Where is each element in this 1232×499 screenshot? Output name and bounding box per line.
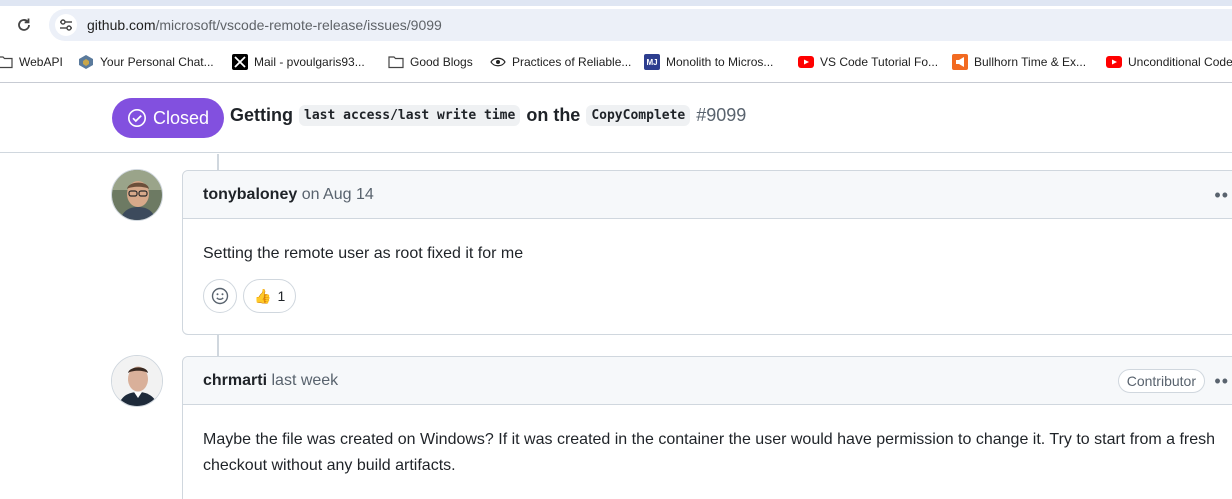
issue-header: Closed Getting last access/last write ti…	[0, 83, 1232, 153]
youtube-icon	[1106, 54, 1122, 70]
reload-button[interactable]	[12, 13, 36, 37]
bookmark-unconditional-code[interactable]: Unconditional Code	[1106, 52, 1232, 72]
youtube-icon	[798, 54, 814, 70]
thumbs-up-icon: 👍	[254, 287, 272, 304]
url-path: /microsoft/vscode-remote-release/issues/…	[155, 17, 442, 33]
issue-number: #9099	[696, 105, 747, 125]
comment-body: Maybe the file was created on Windows? I…	[203, 431, 1216, 474]
bookmark-label: Practices of Reliable...	[512, 55, 632, 69]
bookmark-vscode-tutorial[interactable]: VS Code Tutorial Fo...	[798, 52, 938, 72]
site-info-button[interactable]	[55, 14, 77, 36]
avatar[interactable]	[111, 169, 163, 221]
bookmark-label: Good Blogs	[410, 55, 473, 69]
bookmark-label: Monolith to Micros...	[666, 55, 774, 69]
comment-author-line: tonybaloney on Aug 14	[203, 186, 374, 204]
chat-icon	[78, 54, 94, 70]
reload-icon	[18, 18, 30, 31]
timeline-connector	[217, 335, 219, 357]
bookmark-mail[interactable]: Mail - pvoulgaris93...	[232, 52, 365, 72]
issue-title: Getting last access/last write time on t…	[230, 105, 746, 126]
reactions-bar: 👍 1	[183, 279, 1232, 313]
add-reaction-button[interactable]	[203, 279, 237, 313]
bookmark-label: WebAPI	[19, 55, 63, 69]
bookmark-personal-chat[interactable]: Your Personal Chat...	[78, 52, 214, 72]
eye-icon	[490, 54, 506, 70]
avatar[interactable]	[111, 355, 163, 407]
title-text: on the	[526, 105, 581, 125]
avatar-photo	[112, 356, 162, 406]
comment: tonybaloney on Aug 14 •• Setting the rem…	[182, 170, 1232, 335]
url-host: github.com	[87, 17, 156, 33]
comment-options-button[interactable]: ••	[1214, 371, 1229, 392]
folder-icon	[0, 54, 13, 70]
title-code: CopyComplete	[586, 105, 691, 126]
timeline-connector	[217, 154, 219, 170]
comment-header: chrmarti last week Contributor ••	[183, 357, 1232, 405]
title-text: Getting	[230, 105, 293, 125]
reaction-count: 1	[277, 288, 286, 304]
bookmark-label: Bullhorn Time & Ex...	[974, 55, 1087, 69]
thumbs-up-reaction[interactable]: 👍 1	[243, 279, 297, 313]
comment-author-line: chrmarti last week	[203, 372, 338, 390]
comment-timestamp[interactable]: on Aug 14	[302, 186, 374, 203]
bookmark-webapi[interactable]: WebAPI	[0, 52, 63, 72]
bookmark-bullhorn[interactable]: Bullhorn Time & Ex...	[952, 52, 1086, 72]
contributor-badge: Contributor	[1117, 369, 1205, 393]
comment-header: tonybaloney on Aug 14 ••	[183, 171, 1232, 219]
kebab-icon: ••	[1214, 185, 1229, 205]
comment: chrmarti last week Contributor •• Maybe …	[182, 356, 1232, 499]
x-icon	[232, 54, 248, 70]
tune-icon	[60, 19, 72, 31]
bookmark-practices[interactable]: Practices of Reliable...	[490, 52, 631, 72]
check-circle-icon	[128, 109, 146, 127]
tab-strip-edge	[0, 0, 1232, 6]
bookmark-label: Your Personal Chat...	[100, 55, 214, 69]
avatar-photo	[112, 170, 162, 220]
title-code: last access/last write time	[299, 105, 521, 126]
comment-options-button[interactable]: ••	[1214, 185, 1229, 206]
bookmark-label: VS Code Tutorial Fo...	[820, 55, 939, 69]
comment-author[interactable]: tonybaloney	[203, 186, 297, 203]
bookmark-label: Mail - pvoulgaris93...	[254, 55, 365, 69]
folder-icon	[388, 54, 404, 70]
url-text[interactable]: github.com/microsoft/vscode-remote-relea…	[87, 17, 442, 33]
bookmarks-bar: WebAPI Your Personal Chat... Mail - pvou…	[0, 48, 1232, 76]
mj-icon: MJ	[644, 54, 660, 70]
bookmark-label: Unconditional Code	[1128, 55, 1232, 69]
browser-chrome: github.com/microsoft/vscode-remote-relea…	[0, 0, 1232, 83]
bullhorn-icon	[952, 54, 968, 70]
bookmark-monolith[interactable]: MJ Monolith to Micros...	[644, 52, 773, 72]
comment-timestamp[interactable]: last week	[271, 372, 338, 389]
issue-state-badge: Closed	[112, 98, 225, 138]
kebab-icon: ••	[1214, 371, 1229, 391]
comment-author[interactable]: chrmarti	[203, 372, 267, 389]
bookmark-good-blogs[interactable]: Good Blogs	[388, 52, 473, 72]
address-bar[interactable]: github.com/microsoft/vscode-remote-relea…	[49, 9, 1232, 41]
issue-state-label: Closed	[153, 107, 210, 128]
comment-body: Setting the remote user as root fixed it…	[203, 245, 524, 262]
smiley-icon	[211, 287, 229, 305]
